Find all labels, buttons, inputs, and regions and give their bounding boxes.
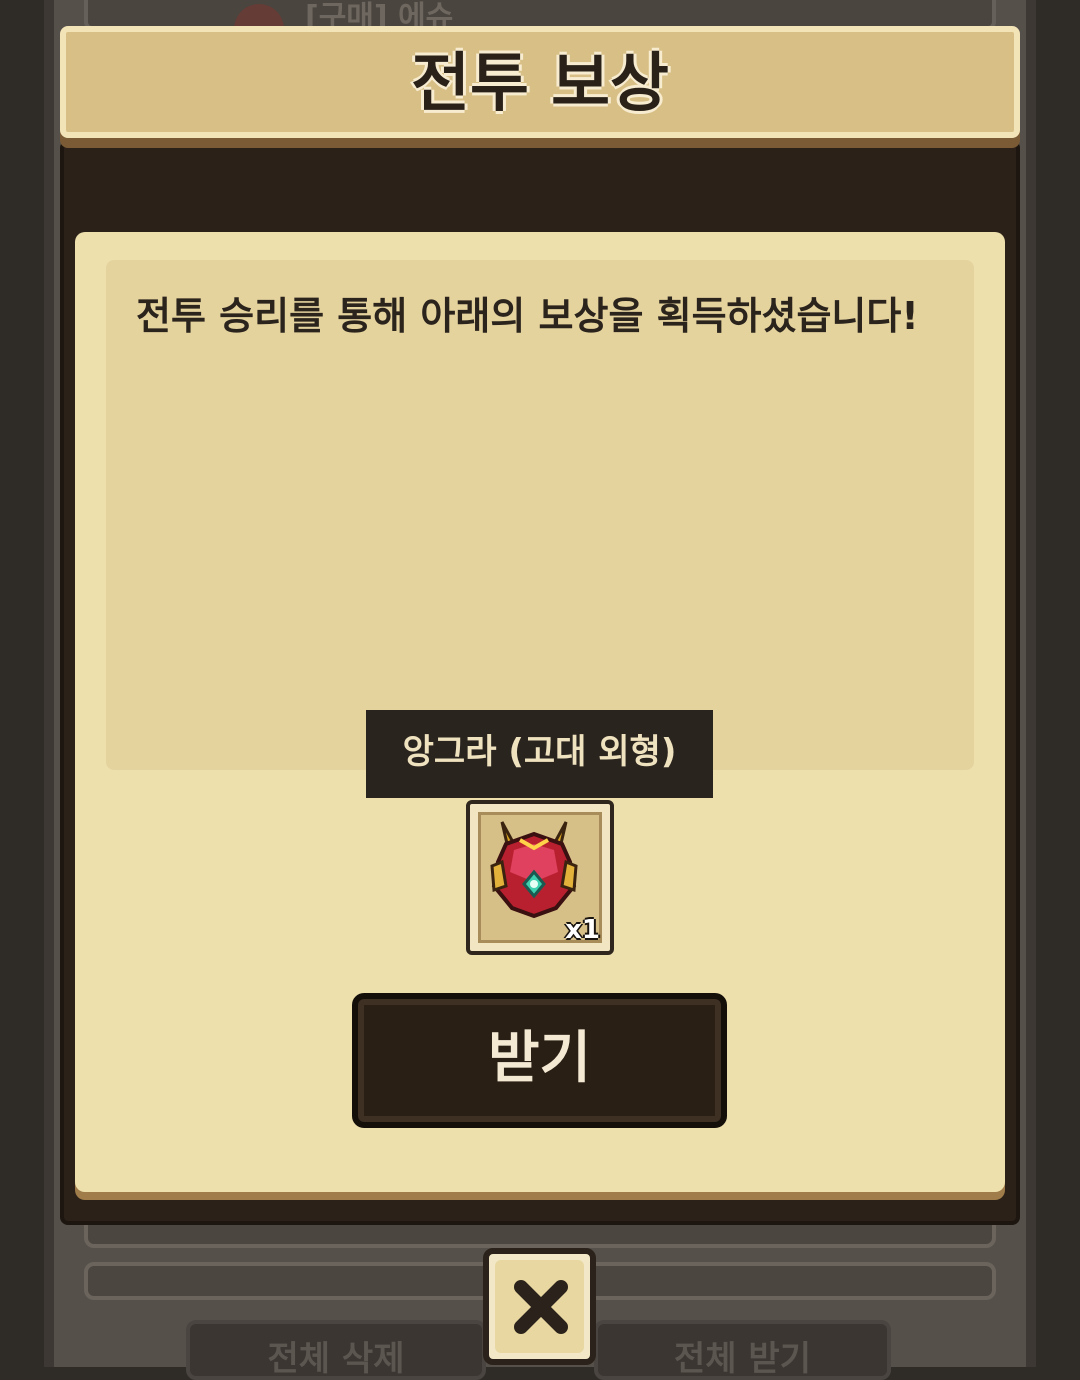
dialog-title: 전투 보상 (411, 47, 669, 121)
background-delete-all-button: 전체 삭제 (186, 1320, 486, 1380)
receive-button-label: 받기 (487, 1026, 592, 1091)
item-name: 앙그라 (고대 외형) (402, 732, 677, 772)
ornate-armor-icon (490, 821, 578, 919)
close-icon (514, 1280, 568, 1334)
reward-message: 전투 승리를 통해 아래의 보상을 획득하셨습니다! (136, 294, 919, 338)
reward-item-slot[interactable]: x1 (466, 800, 614, 955)
item-count: x1 (565, 915, 600, 945)
receive-button[interactable]: 받기 (352, 993, 727, 1128)
close-button[interactable] (483, 1248, 596, 1365)
title-banner: 전투 보상 (60, 26, 1020, 138)
background-receive-all-button: 전체 받기 (594, 1320, 891, 1380)
item-name-tooltip: 앙그라 (고대 외형) (366, 710, 713, 798)
